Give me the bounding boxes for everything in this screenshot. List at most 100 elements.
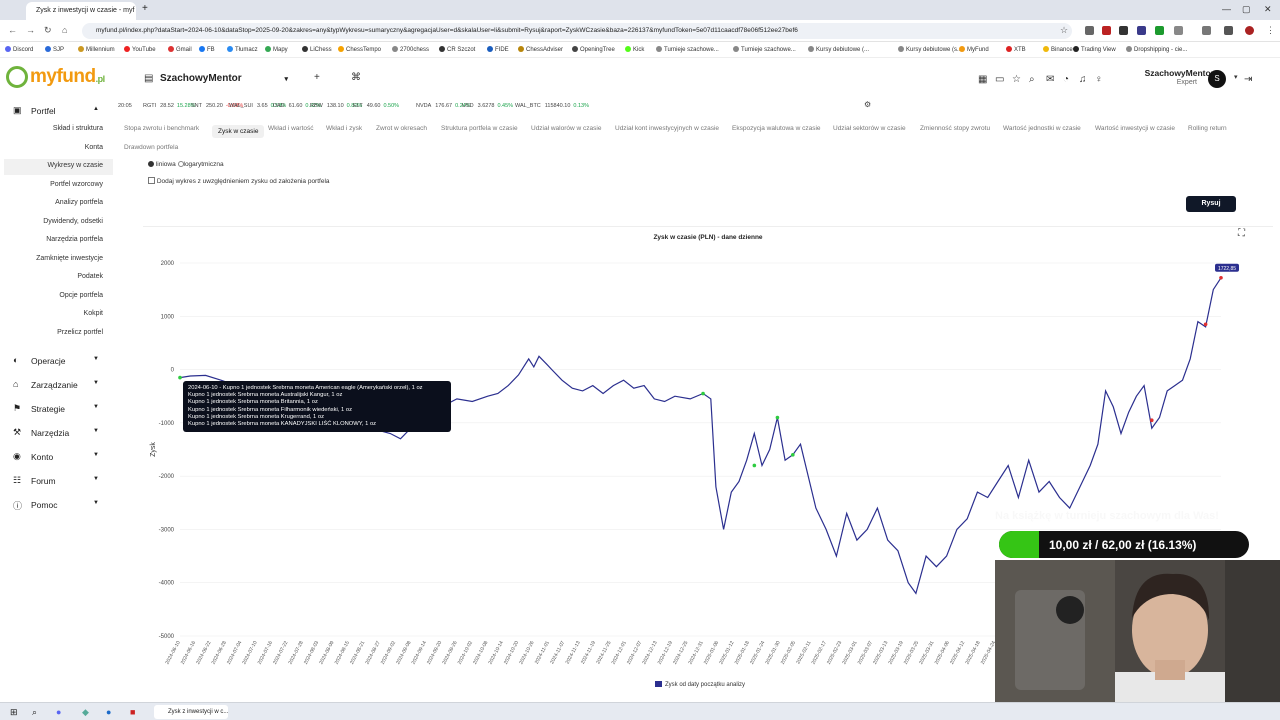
settings-gear-icon[interactable]: ⚙: [864, 100, 871, 109]
folder-icon[interactable]: ▭: [995, 74, 1004, 85]
sidebar-subitem[interactable]: Dywidendy, odsetki: [43, 218, 103, 225]
extension-icon[interactable]: [1137, 26, 1146, 35]
transaction-marker[interactable]: [1149, 418, 1154, 422]
avatar[interactable]: S: [1208, 70, 1226, 88]
ticker-item[interactable]: 20:05: [118, 103, 136, 109]
logo[interactable]: myfund.pl: [30, 66, 105, 88]
report-tab[interactable]: Zmienność stopy zwrotu: [920, 125, 990, 132]
bell-icon[interactable]: ♫: [1079, 74, 1087, 85]
forward-icon[interactable]: →: [26, 25, 35, 35]
minimize-icon[interactable]: —: [1222, 4, 1231, 14]
sidepanel-icon[interactable]: [1202, 26, 1211, 35]
bookmark-item[interactable]: CR Szczot: [439, 46, 475, 53]
sidebar-subitem[interactable]: Przelicz portfel: [57, 329, 103, 336]
reload-icon[interactable]: ↻: [44, 25, 52, 36]
sidebar-subitem[interactable]: Kokpit: [84, 310, 103, 317]
transaction-marker[interactable]: [701, 391, 705, 396]
bookmark-item[interactable]: ChessTempo: [338, 46, 381, 53]
transaction-marker[interactable]: [178, 375, 182, 380]
bookmark-item[interactable]: SJP: [45, 46, 64, 53]
bookmark-item[interactable]: XTB: [1006, 46, 1026, 53]
report-tab[interactable]: Wartość jednostki w czasie: [1003, 125, 1081, 132]
sidebar-subitem[interactable]: Podatek: [77, 273, 103, 280]
sidebar-subitem[interactable]: Konta: [85, 144, 103, 151]
report-tab[interactable]: Rolling return: [1188, 125, 1227, 132]
close-window-icon[interactable]: ✕: [1264, 4, 1272, 15]
bookmark-star-icon[interactable]: ☆: [1060, 25, 1068, 36]
sidebar-subitem[interactable]: Analizy portfela: [55, 199, 103, 206]
report-tab[interactable]: Ekspozycja walutowa w czasie: [732, 125, 821, 132]
bookmark-item[interactable]: Kick: [625, 46, 644, 53]
command-icon[interactable]: ⌘: [351, 72, 361, 83]
sidebar-section-strategie[interactable]: ⚑ Strategie ▼: [0, 400, 113, 418]
app-icon[interactable]: ■: [130, 707, 135, 717]
search-icon[interactable]: ⌕: [1029, 74, 1035, 85]
sidebar-subitem[interactable]: Zamknięte inwestycje: [36, 255, 103, 262]
sidebar-section-forum[interactable]: ☷ Forum ▼: [0, 472, 113, 490]
lightbulb-icon[interactable]: ♀: [1095, 74, 1103, 85]
ticker-item[interactable]: ELT 49.60 0.50%: [353, 103, 399, 109]
new-tab-icon[interactable]: +: [142, 3, 148, 14]
back-icon[interactable]: ←: [8, 25, 17, 35]
sidebar-section-narzędzia[interactable]: ⚒ Narzędzia ▼: [0, 424, 113, 442]
bookmark-item[interactable]: FB: [199, 46, 215, 53]
bookmark-item[interactable]: Turnieje szachowe...: [656, 46, 719, 53]
sidebar-subitem[interactable]: Portfel wzorcowy: [50, 181, 103, 188]
windows-start-icon[interactable]: ⊞: [10, 707, 18, 718]
sidebar-subitem[interactable]: Narzędzia portfela: [46, 236, 103, 243]
legend-label[interactable]: Zysk od daty początku analizy: [665, 682, 745, 688]
bookmark-item[interactable]: LiChess: [302, 46, 332, 53]
discord-icon[interactable]: ●: [56, 707, 61, 717]
sidebar-section-konto[interactable]: ◉ Konto ▼: [0, 448, 113, 466]
star-icon[interactable]: ☆: [1012, 74, 1021, 85]
bookmark-item[interactable]: 2700chess: [392, 46, 429, 53]
steam-icon[interactable]: ●: [106, 707, 111, 717]
report-tab[interactable]: Zwrot w okresach: [376, 125, 427, 132]
app-icon[interactable]: ◆: [82, 707, 89, 718]
draw-button[interactable]: Rysuj: [1186, 196, 1236, 212]
sidebar-section-pomoc[interactable]: ⓘ Pomoc ▼: [0, 496, 113, 514]
transaction-marker[interactable]: [775, 415, 780, 420]
transaction-marker[interactable]: [1203, 322, 1208, 327]
user-avatar-icon[interactable]: [1245, 26, 1254, 35]
bookmark-item[interactable]: Kursy debiutowe (...: [808, 46, 869, 53]
grid-icon[interactable]: ▦: [978, 74, 987, 85]
bookmark-item[interactable]: Gmail: [168, 46, 192, 53]
report-tab[interactable]: Wkład i wartość: [268, 125, 314, 132]
report-tab[interactable]: Drawdown portfela: [124, 144, 178, 151]
profile-icon[interactable]: [1224, 26, 1233, 35]
bookmark-item[interactable]: Turnieje szachowe...: [733, 46, 796, 53]
bookmark-item[interactable]: Mapy: [265, 46, 288, 53]
chevron-down-icon[interactable]: ▾: [1234, 73, 1238, 81]
bookmark-item[interactable]: OpeningTree: [572, 46, 615, 53]
bookmark-item[interactable]: Binance: [1043, 46, 1073, 53]
transaction-marker[interactable]: [752, 463, 757, 468]
browser-tab[interactable]: Zysk z inwestycji w czasie - myf ✕: [26, 2, 136, 20]
report-tab[interactable]: Wartość inwestycji w czasie: [1095, 125, 1175, 132]
maximize-icon[interactable]: ▢: [1242, 4, 1251, 15]
include-since-start-checkbox[interactable]: [148, 177, 155, 184]
sidebar-subitem[interactable]: Skład i struktura: [53, 125, 103, 132]
user-name[interactable]: SzachowyMentor: [1115, 68, 1214, 78]
radio-linear[interactable]: [148, 161, 154, 167]
browser-menu-icon[interactable]: ⋮: [1266, 25, 1275, 36]
bookmark-item[interactable]: ChessAdviser: [518, 46, 563, 53]
chat-icon[interactable]: ◔: [1063, 74, 1069, 85]
sidebar-section-operacje[interactable]: ◐ Operacje ▼: [0, 352, 113, 370]
report-tab[interactable]: Udział sektorów w czasie: [833, 125, 906, 132]
extension-icon[interactable]: [1085, 26, 1094, 35]
taskbar-chrome-app[interactable]: Zysk z inwestycji w c...: [154, 705, 228, 719]
extension-icon[interactable]: [1102, 26, 1111, 35]
sidebar-section-portfel[interactable]: ▣ Portfel ▲: [0, 102, 113, 120]
fullscreen-icon[interactable]: ⛶: [1237, 228, 1246, 239]
add-icon[interactable]: +: [314, 72, 320, 83]
bookmark-item[interactable]: Tłumacz: [227, 46, 258, 53]
bookmark-item[interactable]: Kursy debiutowe (s...: [898, 46, 962, 53]
ticker-item[interactable]: RGTI 28.52 15.28%: [143, 103, 196, 109]
report-tab[interactable]: Wkład i zysk: [326, 125, 362, 132]
report-tab[interactable]: Struktura portfela w czasie: [441, 125, 518, 132]
bookmark-item[interactable]: Discord: [5, 46, 33, 53]
portfolio-selector[interactable]: SzachowyMentor ▾: [160, 73, 288, 84]
bookmark-item[interactable]: Trading View: [1073, 46, 1116, 53]
bookmark-item[interactable]: MyFund: [959, 46, 989, 53]
